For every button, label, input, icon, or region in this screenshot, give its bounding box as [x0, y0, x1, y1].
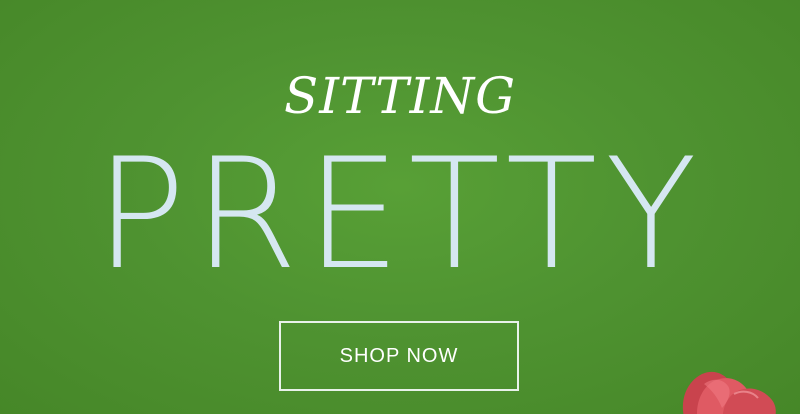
shop-now-button[interactable]: SHOP NOW	[279, 321, 519, 391]
promo-banner[interactable]: SITTING PRETTY SHOP NOW	[0, 0, 800, 414]
tulip-flower-image	[682, 371, 776, 414]
headline-main: PRETTY	[95, 126, 705, 304]
shop-now-label: SHOP NOW	[339, 344, 459, 367]
headline-top: SITTING	[283, 67, 517, 125]
